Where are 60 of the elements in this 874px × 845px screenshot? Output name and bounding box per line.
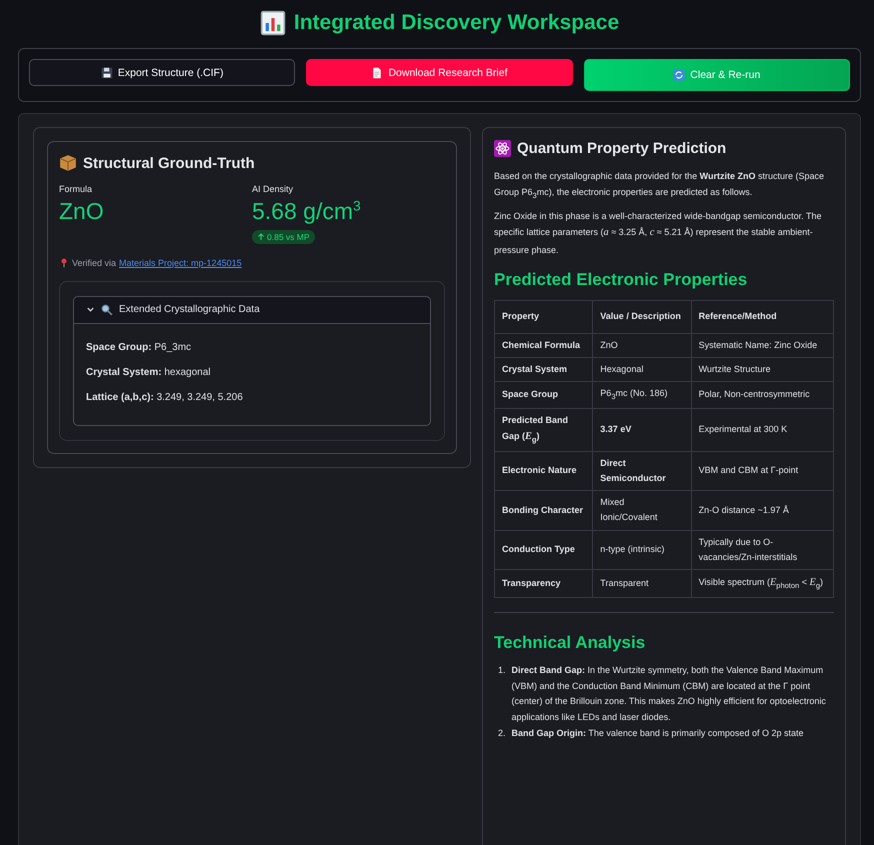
list-text: Band Gap Origin: The valence band is primarily composed of O 2p state — [512, 726, 804, 740]
table-cell: Predicted Band Gap (E$_{g}$) — [494, 408, 593, 452]
table-cell: Transparency — [494, 570, 593, 598]
table-cell: Chemical Formula — [494, 333, 593, 358]
section-title: Quantum Property Prediction — [517, 140, 726, 157]
table-cell: Typically due to O-vacancies/Zn-interstitials — [691, 530, 834, 570]
section-heading: Technical Analysis — [494, 632, 646, 653]
table-cell: Space Group — [494, 382, 593, 408]
arrow-up-icon — [257, 232, 265, 241]
metric-label: Formula — [59, 184, 94, 194]
table-cell: Crystal System — [494, 357, 593, 382]
table-cell: Electronic Nature — [494, 451, 593, 491]
table-cell: Direct Semiconductor — [592, 451, 692, 491]
table-cell: Bonding Character — [494, 490, 593, 530]
metric-label: AI Density — [252, 184, 294, 194]
section-title: Structural Ground-Truth — [83, 154, 255, 172]
magnifier-icon — [101, 304, 113, 316]
table-cell: Mixed Ionic/Covalent — [592, 490, 692, 530]
column-header: Value / Description — [592, 300, 692, 334]
table-cell: Zn-O distance ~1.97 Å — [691, 490, 834, 530]
refresh-icon — [673, 69, 686, 81]
table-cell: Visible spectrum (E$_{photon}$ < E$_{g}$) — [691, 570, 834, 598]
bar-chart-icon — [260, 10, 286, 36]
page-title: Integrated Discovery Workspace — [294, 11, 620, 35]
table-cell: Hexagonal — [592, 357, 692, 382]
package-icon — [59, 154, 77, 172]
table-cell: VBM and CBM at Γ-point — [691, 451, 834, 491]
atom-icon — [494, 140, 511, 157]
materials-link[interactable]: Materials Project: mp-1245015 — [119, 258, 242, 268]
expander-header[interactable]: Extended Crystallographic Data — [74, 296, 430, 324]
table-cell: Polar, Non-centrosymmetric — [691, 382, 834, 408]
table-cell: 3.37 eV — [592, 408, 692, 452]
data-line: Lattice (a,b,c): 3.249, 3.249, 5.206 — [86, 392, 244, 403]
chevron-icon — [86, 305, 95, 314]
table-cell: ZnO — [592, 333, 692, 358]
data-line: Space Group: P6_3mc — [86, 342, 192, 353]
metric-value: ZnO — [59, 198, 105, 226]
pin-icon — [59, 258, 69, 268]
paragraph: Based on the crystallographic data provided for the Wurtzite ZnO structure (Space Group P6$_{3}$mc), the electronic properties are predicted as follows. — [494, 170, 825, 202]
list-text: Direct Band Gap: In the Wurtzite symmetry, both the Valence Band Maximum (VBM) and the Conduction Band Minimum (CBM) are located at the Γ point (center) of the Brillouin zone. This makes ZnO highly efficient for optoelectronic applications like LEDs and laser diodes. — [512, 664, 827, 724]
verified-label: Verified via — [72, 258, 116, 268]
table-cell: n-type (intrinsic) — [592, 530, 692, 570]
table-cell: Systematic Name: Zinc Oxide — [691, 333, 834, 358]
delta-badge: 0.85 vs MP — [252, 230, 315, 244]
table-cell: Transparent — [592, 570, 692, 598]
table-cell: Wurtzite Structure — [691, 357, 834, 382]
data-line: Crystal System: hexagonal — [86, 366, 212, 378]
table-cell: P6$_{3}$mc (No. 186) — [592, 382, 692, 408]
toolbar-button[interactable]: Export Structure (.CIF) — [29, 59, 296, 86]
list-number: 2. — [498, 726, 506, 740]
metric-value: 5.68 g/cm$^{3}$ — [252, 198, 362, 226]
list-number: 1. — [498, 664, 506, 677]
column-header: Property — [494, 300, 593, 334]
table-cell: Conduction Type — [494, 530, 593, 570]
section-heading: Predicted Electronic Properties — [494, 270, 748, 290]
toolbar-button[interactable]: Download Research Brief — [306, 59, 573, 86]
table-cell: Experimental at 300 K — [691, 408, 834, 452]
document-icon — [371, 66, 384, 78]
paragraph: Zinc Oxide in this phase is a well-characterized wide-bandgap semiconductor. The specific lattice parameters (a ≈ 3.25 Å, c ≈ 5.21 Å) represent the stable ambient-pressure phase. — [494, 210, 823, 257]
column-header: Reference/Method — [691, 300, 834, 334]
